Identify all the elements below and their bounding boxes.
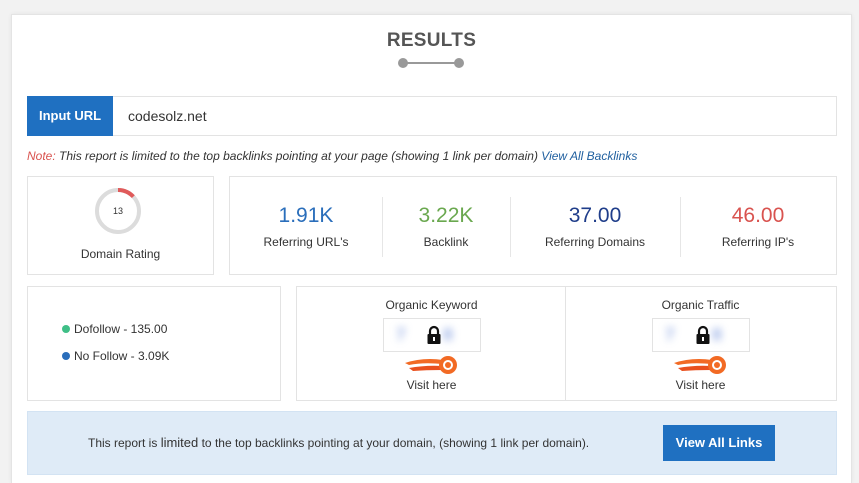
banner-text-after: to the top backlinks pointing at your do… bbox=[198, 436, 590, 450]
stat-label: Referring Domains bbox=[544, 235, 646, 249]
note-label: Note: bbox=[27, 149, 56, 163]
stat-label: Referring IP's bbox=[721, 235, 795, 249]
lock-icon bbox=[427, 325, 441, 344]
blurred-value: 7 8 bbox=[665, 325, 722, 344]
domain-rating-value: 13 bbox=[112, 206, 123, 216]
page-title: RESULTS bbox=[386, 30, 477, 51]
dot-icon bbox=[62, 325, 70, 333]
lock-icon bbox=[696, 325, 710, 344]
semrush-fireball-icon bbox=[674, 356, 726, 374]
note-text: This report is limited to the top backli… bbox=[59, 149, 538, 163]
blurred-value: 7 8 bbox=[396, 325, 453, 344]
stat-value: 46.00 bbox=[731, 204, 785, 227]
semrush-fireball-icon bbox=[405, 356, 457, 374]
view-all-links-button[interactable]: View All Links bbox=[663, 425, 775, 461]
title-divider bbox=[398, 58, 464, 68]
organic-keyword-visit-link[interactable]: Visit here bbox=[297, 378, 566, 392]
banner-text-before: This report is bbox=[88, 436, 161, 450]
stat-label: Backlink bbox=[423, 235, 469, 249]
results-panel: RESULTS Input URL codesolz.net Note: Thi… bbox=[11, 14, 852, 483]
nofollow-item: No Follow - 3.09K bbox=[62, 349, 169, 363]
stat-value: 37.00 bbox=[568, 204, 622, 227]
locked-value: 7 8 bbox=[652, 318, 750, 352]
organic-traffic: Organic Traffic 7 8 Visit here bbox=[566, 287, 835, 400]
organic-card: Organic Keyword 7 8 Visit here Organic T… bbox=[296, 286, 837, 401]
stat-value: 1.91K bbox=[278, 204, 334, 227]
organic-traffic-title: Organic Traffic bbox=[661, 298, 740, 312]
dofollow-label: Dofollow - 135.00 bbox=[74, 322, 168, 336]
stat-value: 3.22K bbox=[418, 204, 474, 227]
locked-value: 7 8 bbox=[383, 318, 481, 352]
domain-rating-label: Domain Rating bbox=[80, 247, 161, 261]
limit-banner: This report is limited to the top backli… bbox=[27, 411, 837, 475]
domain-rating-card: 13 Domain Rating bbox=[27, 176, 214, 275]
stat-referring-domains: 37.00 Referring Domains bbox=[510, 177, 680, 274]
banner-text-strong: limited bbox=[160, 435, 199, 450]
stat-referring-ips: 46.00 Referring IP's bbox=[680, 177, 836, 274]
dot-icon bbox=[62, 352, 70, 360]
url-bar: Input URL codesolz.net bbox=[27, 96, 837, 136]
banner-text: This report is limited to the top backli… bbox=[88, 412, 589, 474]
organic-traffic-visit-link[interactable]: Visit here bbox=[566, 378, 835, 392]
organic-keyword: Organic Keyword 7 8 Visit here bbox=[297, 287, 566, 400]
input-url-label: Input URL bbox=[27, 96, 113, 136]
nofollow-label: No Follow - 3.09K bbox=[74, 349, 170, 363]
follow-card: Dofollow - 135.00 No Follow - 3.09K bbox=[27, 286, 281, 401]
organic-keyword-title: Organic Keyword bbox=[385, 298, 478, 312]
dofollow-item: Dofollow - 135.00 bbox=[62, 322, 167, 336]
note: Note: This report is limited to the top … bbox=[27, 149, 637, 163]
view-all-backlinks-link[interactable]: View All Backlinks bbox=[541, 149, 637, 163]
stat-referring-urls: 1.91K Referring URL's bbox=[230, 177, 382, 274]
stats-card: 1.91K Referring URL's 3.22K Backlink 37.… bbox=[229, 176, 837, 275]
url-value[interactable]: codesolz.net bbox=[128, 97, 207, 135]
stat-backlink: 3.22K Backlink bbox=[382, 177, 510, 274]
stat-label: Referring URL's bbox=[263, 235, 349, 249]
